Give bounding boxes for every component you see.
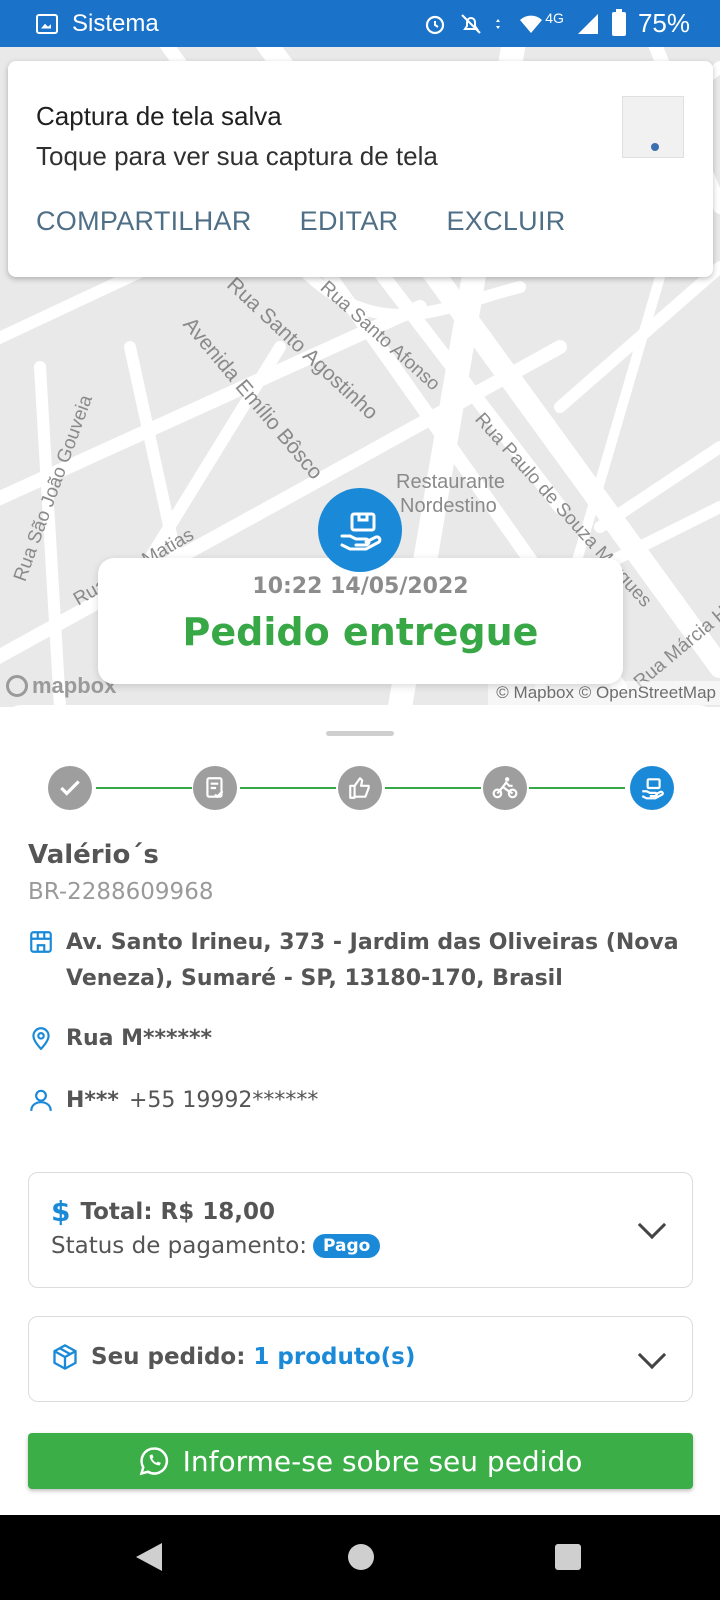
delivery-status-card: 10:22 14/05/2022 Pedido entregue bbox=[98, 558, 623, 684]
chevron-down-icon[interactable] bbox=[637, 1210, 667, 1240]
data-arrows-icon bbox=[496, 18, 501, 29]
notifications-off-icon bbox=[461, 13, 481, 34]
order-items-count: 1 produto(s) bbox=[253, 1344, 416, 1370]
payment-status-badge: Pago bbox=[313, 1234, 381, 1258]
chevron-down-icon[interactable] bbox=[637, 1340, 667, 1370]
battery-level: 75% bbox=[637, 8, 690, 38]
delivery-status: Pedido entregue bbox=[182, 610, 539, 654]
package-icon bbox=[53, 1344, 77, 1370]
whatsapp-icon bbox=[139, 1447, 168, 1476]
hand-package-icon bbox=[630, 766, 674, 810]
location-pin-icon bbox=[32, 1027, 50, 1051]
wifi-icon bbox=[520, 15, 543, 33]
total-line: $ Total: R$ 18,00 bbox=[51, 1195, 275, 1228]
battery-icon bbox=[611, 8, 626, 36]
notification-text: Toque para ver sua captura de tela bbox=[36, 141, 438, 171]
order-items-label: Seu pedido: bbox=[91, 1344, 246, 1370]
total-label: Total: bbox=[80, 1198, 153, 1225]
sheet-drag-handle[interactable] bbox=[326, 731, 394, 736]
delivery-address: Rua M****** bbox=[66, 1026, 213, 1051]
payment-status-line: Status de pagamento: Pago bbox=[51, 1233, 381, 1259]
delivery-datetime: 10:22 14/05/2022 bbox=[252, 574, 469, 599]
store-icon bbox=[30, 931, 52, 953]
whatsapp-button-label: Informe-se sobre seu pedido bbox=[182, 1444, 583, 1478]
progress-line bbox=[385, 787, 481, 789]
network-type: 4G bbox=[545, 9, 564, 26]
progress-line bbox=[240, 787, 336, 789]
hand-package-icon bbox=[340, 512, 382, 551]
home-icon[interactable] bbox=[348, 1544, 374, 1570]
check-icon bbox=[48, 766, 92, 810]
delivery-marker[interactable] bbox=[318, 488, 402, 572]
signal-icon bbox=[577, 13, 598, 34]
alarm-icon bbox=[426, 15, 445, 34]
order-code: BR-2288609968 bbox=[28, 879, 214, 905]
order-items-line: Seu pedido: 1 produto(s) bbox=[51, 1343, 415, 1371]
store-name: Valério´s bbox=[28, 840, 159, 870]
customer-phone: +55 19992****** bbox=[128, 1088, 319, 1113]
image-icon bbox=[36, 13, 58, 34]
progress-line bbox=[529, 787, 625, 789]
courier-bike-icon bbox=[483, 766, 527, 810]
delivery-address-row: Rua M****** bbox=[28, 1021, 688, 1057]
customer-row: H*** +55 19992****** bbox=[28, 1083, 688, 1119]
total-value: R$ 18,00 bbox=[160, 1198, 276, 1225]
status-bar: Sistema 4G 75% bbox=[0, 0, 720, 47]
progress-line bbox=[96, 787, 192, 789]
notification-title: Captura de tela salva bbox=[36, 101, 282, 131]
receipt-check-icon bbox=[193, 766, 237, 810]
dollar-icon: $ bbox=[51, 1195, 71, 1228]
poi-label: Restaurante bbox=[396, 471, 505, 493]
recent-apps-icon[interactable] bbox=[555, 1544, 581, 1570]
notification-actions: COMPARTILHAR EDITAR EXCLUIR bbox=[36, 206, 566, 237]
delete-button[interactable]: EXCLUIR bbox=[446, 206, 565, 237]
payment-summary[interactable]: $ Total: R$ 18,00 Status de pagamento: P… bbox=[28, 1172, 693, 1288]
whatsapp-contact-button[interactable]: Informe-se sobre seu pedido bbox=[28, 1433, 693, 1489]
user-icon bbox=[30, 1089, 52, 1111]
order-progress bbox=[48, 766, 674, 810]
map-attribution[interactable]: © Mapbox © OpenStreetMap bbox=[488, 681, 720, 705]
store-address: Av. Santo Irineu, 373 - Jardim das Olive… bbox=[66, 930, 679, 991]
screenshot-notification[interactable]: Captura de tela salva Toque para ver sua… bbox=[8, 61, 713, 277]
screenshot-thumbnail[interactable] bbox=[622, 96, 684, 158]
back-icon[interactable] bbox=[136, 1543, 162, 1571]
system-nav-bar bbox=[0, 1515, 720, 1600]
status-app-name: Sistema bbox=[72, 9, 159, 37]
store-address-row: Av. Santo Irineu, 373 - Jardim das Olive… bbox=[28, 925, 688, 997]
customer-name: H*** bbox=[66, 1088, 119, 1113]
thumbs-up-icon bbox=[338, 766, 382, 810]
poi-label: Nordestino bbox=[400, 495, 497, 517]
order-items-summary[interactable]: Seu pedido: 1 produto(s) bbox=[28, 1316, 693, 1402]
edit-button[interactable]: EDITAR bbox=[300, 206, 399, 237]
order-bottom-sheet: Valério´s BR-2288609968 Av. Santo Irineu… bbox=[0, 705, 720, 1515]
status-icons: 4G 75% bbox=[423, 8, 690, 39]
share-button[interactable]: COMPARTILHAR bbox=[36, 206, 252, 237]
payment-status-label: Status de pagamento: bbox=[51, 1233, 308, 1259]
